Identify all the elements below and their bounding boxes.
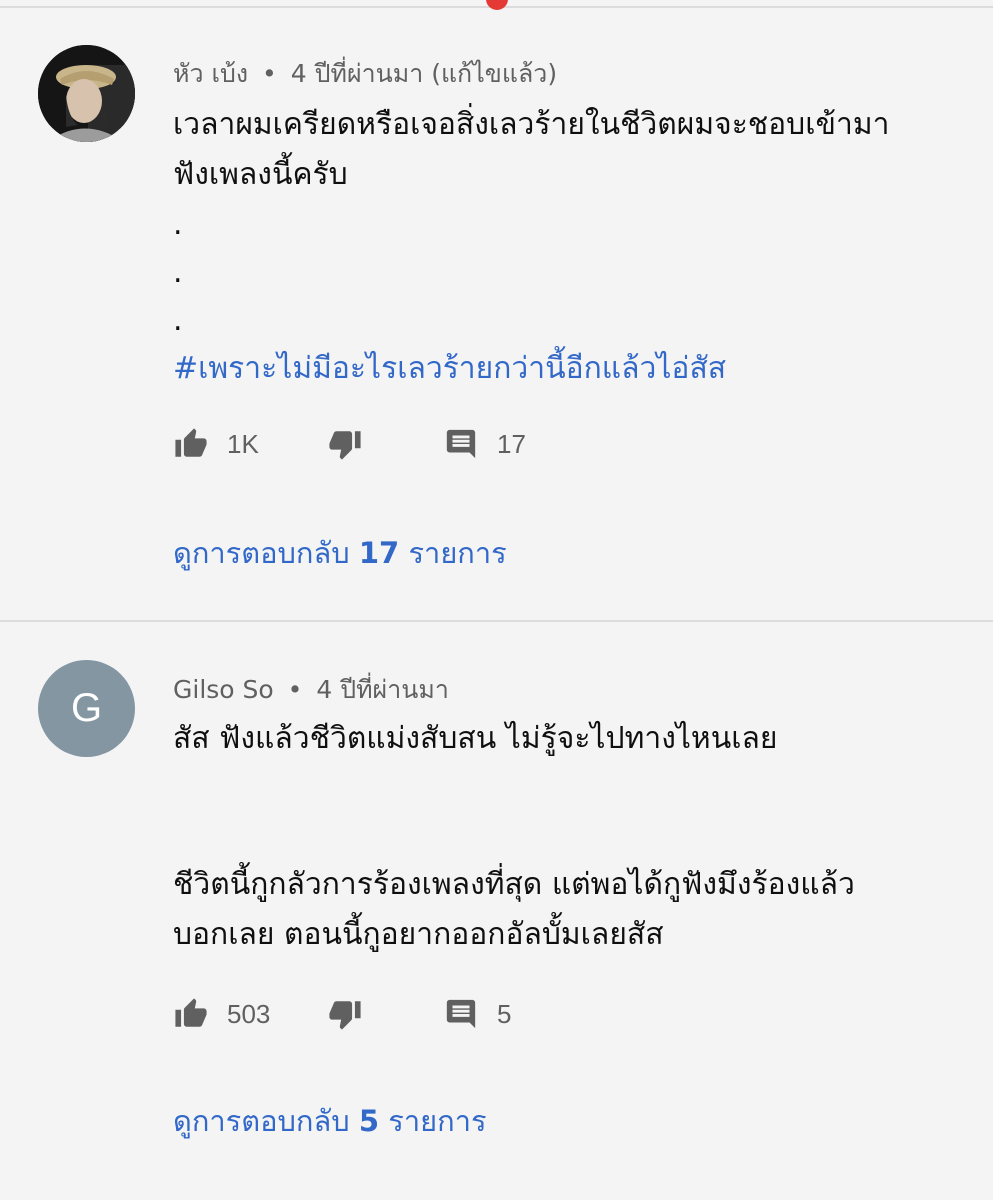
thumb-down-icon — [329, 431, 361, 460]
thumb-down-icon — [329, 1001, 361, 1030]
comment-line: ชีวิตนี้กูกลัวการร้องเพลงที่สุด แต่พอได้… — [173, 867, 855, 902]
comment-actions: 503 5 — [173, 994, 573, 1034]
meta-separator: • — [262, 59, 277, 88]
comment-meta: Gilso So • 4 ปีที่ผ่านมา — [173, 670, 449, 710]
comment-line: เวลาผมเครียดหรือเจอสิ่งเลวร้ายในชีวิตผมจ… — [173, 107, 890, 142]
like-count: 503 — [227, 998, 271, 1029]
comment-line: ฟังเพลงนี้ครับ — [173, 157, 348, 192]
view-replies-count: 17 — [358, 536, 400, 570]
comment-line: . — [173, 303, 183, 338]
bottom-spacer — [0, 1188, 993, 1200]
view-replies-suffix: รายการ — [408, 536, 507, 570]
comment-time[interactable]: 4 ปีที่ผ่านมา — [316, 675, 449, 704]
comment-time[interactable]: 4 ปีที่ผ่านมา (แก้ไขแล้ว) — [291, 59, 557, 88]
comment-text: สัส ฟังแล้วชีวิตแม่งสับสน ไม่รู้จะไปทางไ… — [173, 714, 963, 960]
reply-count: 17 — [497, 428, 526, 459]
author-name[interactable]: Gilso So — [173, 675, 274, 704]
avatar-photo — [38, 45, 135, 142]
like-count: 1K — [227, 428, 259, 459]
comment-icon — [446, 429, 476, 459]
author-name[interactable]: หัว เบ้ง — [173, 59, 248, 88]
like-button[interactable]: 1K — [173, 424, 259, 464]
comment-line: สัส ฟังแล้วชีวิตแม่งสับสน ไม่รู้จะไปทางไ… — [173, 721, 778, 756]
reply-button[interactable]: 17 — [443, 424, 526, 464]
comment-line: . — [173, 207, 183, 242]
comment-line — [173, 764, 963, 812]
view-replies-link[interactable]: ดูการตอบกลับ 17 รายการ — [173, 530, 507, 576]
view-replies-suffix: รายการ — [388, 1104, 487, 1138]
reply-count: 5 — [497, 998, 512, 1029]
comment-actions: 1K 17 — [173, 424, 573, 464]
view-replies-prefix: ดูการตอบกลับ — [173, 536, 350, 570]
view-replies-link[interactable]: ดูการตอบกลับ 5 รายการ — [173, 1098, 487, 1144]
avatar[interactable]: G — [38, 660, 135, 757]
comment-line — [173, 812, 963, 860]
dislike-button[interactable] — [327, 994, 363, 1034]
avatar[interactable] — [38, 45, 135, 142]
meta-separator: • — [287, 675, 303, 704]
comment-line: บอกเลย ตอนนี้กูอยากออกอัลบั้มเลยสัส — [173, 917, 664, 952]
comment-text: เวลาผมเครียดหรือเจอสิ่งเลวร้ายในชีวิตผมจ… — [173, 100, 963, 394]
like-button[interactable]: 503 — [173, 994, 270, 1034]
comment-thread: G Gilso So • 4 ปีที่ผ่านมา สัส ฟังแล้วชี… — [0, 622, 993, 1190]
thumb-up-icon — [175, 998, 207, 1027]
thumb-up-icon — [175, 428, 207, 457]
view-replies-count: 5 — [358, 1104, 380, 1138]
view-replies-prefix: ดูการตอบกลับ — [173, 1104, 350, 1138]
comment-thread: หัว เบ้ง • 4 ปีที่ผ่านมา (แก้ไขแล้ว) เวล… — [0, 0, 993, 622]
hashtag-link[interactable]: #เพราะไม่มีอะไรเลวร้ายกว่านี้อีกแล้วไอ่ส… — [173, 344, 963, 394]
comment-meta: หัว เบ้ง • 4 ปีที่ผ่านมา (แก้ไขแล้ว) — [173, 54, 557, 94]
dislike-button[interactable] — [327, 424, 363, 464]
comment-icon — [446, 999, 476, 1029]
reply-button[interactable]: 5 — [443, 994, 511, 1034]
avatar-letter: G — [70, 686, 103, 730]
comment-line: . — [173, 255, 183, 290]
